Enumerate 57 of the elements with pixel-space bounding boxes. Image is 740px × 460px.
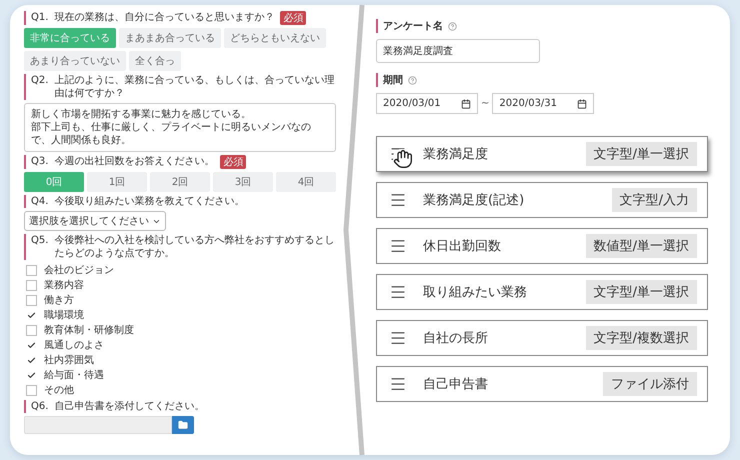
checkbox-label: 会社のビジョン: [44, 264, 114, 277]
choice-option[interactable]: まあまあ合っている: [119, 28, 221, 48]
checkbox-label: 社内雰囲気: [44, 354, 94, 367]
checkbox-label: 教育体制・研修制度: [44, 324, 134, 337]
question-item[interactable]: 休日出勤回数 数値型/単一選択: [376, 228, 708, 264]
question-type-tag: 数値型/単一選択: [586, 234, 697, 258]
question-number: Q3.: [31, 155, 48, 168]
answer-box[interactable]: 新しく市場を開拓する事業に魅力を感じている。 部下上司も、仕事に厳しく、プライベートに明るいメンバなので、人間関係も良好。: [24, 103, 336, 152]
question-number: Q2.: [31, 74, 48, 87]
question-item[interactable]: 業務満足度 文字型/単一選択: [376, 136, 708, 172]
question-type-tag: 文字型/単一選択: [586, 142, 697, 166]
question-text: 上記のように、業務に合っている、もしくは、合っていない理由は何ですか？: [54, 74, 336, 100]
date-field[interactable]: 2020/03/01: [376, 93, 478, 114]
checkbox-label: 職場環境: [44, 308, 84, 322]
question-number: Q4.: [31, 195, 48, 208]
question-text: 今後取り組みたい業務を教えてください。: [54, 195, 244, 208]
survey-name-field[interactable]: 業務満足度調査: [376, 39, 540, 63]
field-label: アンケート名: [383, 20, 443, 33]
question-type-tag: 文字型/単一選択: [586, 280, 697, 304]
item-title: 自己申告書: [423, 376, 488, 393]
checkbox-label: 働き方: [44, 294, 74, 307]
checkbox-label: 業務内容: [44, 278, 84, 292]
field-label: 期間: [383, 74, 403, 87]
choice-option[interactable]: あまり合っていない: [24, 51, 126, 71]
choice-option[interactable]: 2回: [150, 172, 210, 192]
required-badge: 必須: [280, 11, 306, 25]
question-text: 今週の出社回数をお答えください。: [54, 155, 214, 168]
date-field[interactable]: 2020/03/31: [492, 93, 594, 114]
choice-option[interactable]: 1回: [87, 172, 147, 192]
item-title: 業務満足度(記述): [423, 192, 524, 209]
checkbox-label: 風通しのよさ: [44, 338, 104, 352]
item-title: 自社の長所: [423, 330, 488, 347]
question-number: Q5.: [31, 234, 48, 247]
required-badge: 必須: [220, 155, 246, 169]
checkbox-label: 給与面・待遇: [44, 368, 104, 382]
question-item[interactable]: 自社の長所 文字型/複数選択: [376, 320, 708, 356]
checkbox-label: その他: [44, 384, 74, 397]
range-separator: ~: [481, 98, 490, 109]
question-text: 自己申告書を添付してください。: [54, 400, 204, 413]
item-title: 休日出勤回数: [423, 238, 501, 255]
choice-option[interactable]: どちらともいえない: [224, 28, 326, 48]
choice-option[interactable]: 4回: [276, 172, 336, 192]
question-type-tag: ファイル添付: [603, 372, 697, 396]
question-type-tag: 文字型/複数選択: [586, 326, 697, 350]
question-text: 今後弊社への入社を検討している方へ弊社をおすすめするとしたらどのような点ですか。: [54, 234, 336, 260]
choice-option[interactable]: 全く合っ: [129, 51, 181, 71]
select-dropdown[interactable]: 選択肢を選択してください: [24, 211, 166, 231]
question-number: Q6.: [31, 400, 48, 413]
choice-option[interactable]: 3回: [213, 172, 273, 192]
question-item[interactable]: 業務満足度(記述) 文字型/入力: [376, 182, 708, 218]
question-item[interactable]: 自己申告書 ファイル添付: [376, 366, 708, 402]
item-title: 業務満足度: [423, 146, 488, 163]
item-title: 取り組みたい業務: [423, 284, 527, 301]
question-item[interactable]: 取り組みたい業務 文字型/単一選択: [376, 274, 708, 310]
question-text: 現在の業務は、自分に合っていると思いますか？: [54, 11, 274, 24]
question-number: Q1.: [31, 11, 48, 24]
question-type-tag: 文字型/入力: [612, 188, 697, 212]
